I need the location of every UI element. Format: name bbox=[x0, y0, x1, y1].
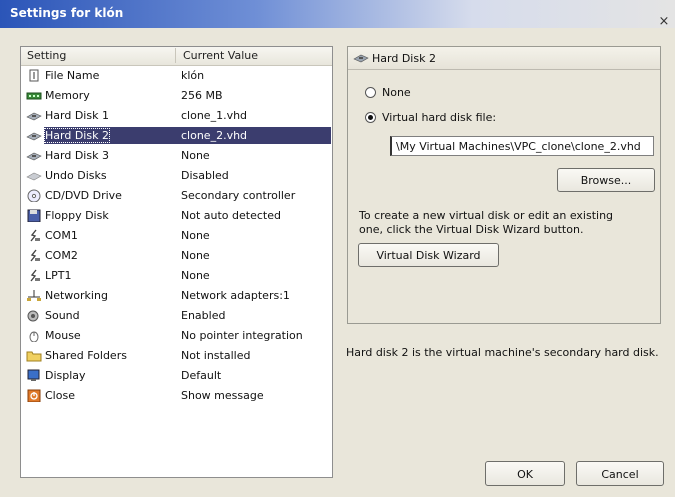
setting-row-networking[interactable]: Networking Network adapters:1 bbox=[21, 286, 332, 306]
help-text-line-2: one, click the Virtual Disk Wizard butto… bbox=[359, 223, 584, 236]
setting-row-shared-folders[interactable]: Shared Folders Not installed bbox=[21, 346, 332, 366]
setting-row-hard-disk-2[interactable]: Hard Disk 2 clone_2.vhd bbox=[21, 126, 332, 146]
setting-row-lpt1[interactable]: LPT1 None bbox=[21, 266, 332, 286]
setting-name: Sound bbox=[45, 309, 80, 322]
setting-row-memory[interactable]: Memory 256 MB bbox=[21, 86, 332, 106]
setting-row-display[interactable]: Display Default bbox=[21, 366, 332, 386]
setting-name: COM1 bbox=[45, 229, 78, 242]
setting-row-close[interactable]: Close Show message bbox=[21, 386, 332, 406]
setting-row-undo-disks[interactable]: Undo Disks Disabled bbox=[21, 166, 332, 186]
settings-rows: File Name klón Memory 256 MB Hard Disk 1 clon… bbox=[21, 66, 332, 406]
setting-value: clone_1.vhd bbox=[181, 109, 248, 122]
setting-name: Memory bbox=[45, 89, 90, 102]
status-description: Hard disk 2 is the virtual machine's sec… bbox=[346, 346, 659, 359]
com-port-icon bbox=[30, 229, 40, 242]
setting-value: None bbox=[181, 269, 210, 282]
setting-value: Not installed bbox=[181, 349, 251, 362]
column-header-setting[interactable]: Setting bbox=[27, 49, 66, 62]
hard-disk-icon bbox=[26, 112, 42, 121]
setting-value: clone_2.vhd bbox=[181, 129, 248, 142]
setting-name: Mouse bbox=[45, 329, 81, 342]
radio-none-label[interactable]: None bbox=[382, 86, 411, 99]
cancel-button[interactable]: Cancel bbox=[576, 461, 664, 486]
shared-folders-icon bbox=[26, 351, 42, 362]
file-name-icon bbox=[29, 69, 39, 82]
setting-value: 256 MB bbox=[181, 89, 223, 102]
setting-name: Hard Disk 2 bbox=[44, 128, 110, 143]
com-port-icon bbox=[30, 249, 40, 262]
setting-name: File Name bbox=[45, 69, 100, 82]
browse-button[interactable]: Browse... bbox=[557, 168, 655, 192]
settings-list[interactable]: Setting Current Value File Name klón Memor… bbox=[20, 46, 333, 478]
setting-value: klón bbox=[181, 69, 205, 82]
column-divider[interactable] bbox=[175, 48, 176, 63]
setting-row-hard-disk-1[interactable]: Hard Disk 1 clone_1.vhd bbox=[21, 106, 332, 126]
virtual-disk-wizard-button[interactable]: Virtual Disk Wizard bbox=[358, 243, 499, 267]
hard-disk-icon bbox=[26, 132, 42, 141]
setting-row-hard-disk-3[interactable]: Hard Disk 3 None bbox=[21, 146, 332, 166]
close-icon[interactable]: × bbox=[657, 15, 671, 29]
radio-virtual-hard-disk-file-label[interactable]: Virtual hard disk file: bbox=[382, 111, 496, 124]
setting-name: Display bbox=[45, 369, 86, 382]
setting-row-mouse[interactable]: Mouse No pointer integration bbox=[21, 326, 332, 346]
setting-name: LPT1 bbox=[45, 269, 72, 282]
group-title: Hard Disk 2 bbox=[372, 52, 436, 65]
hard-disk-icon bbox=[26, 152, 42, 161]
cd-dvd-icon bbox=[27, 189, 41, 202]
setting-value: None bbox=[181, 229, 210, 242]
setting-row-file-name[interactable]: File Name klón bbox=[21, 66, 332, 86]
display-icon bbox=[27, 369, 40, 381]
setting-name: COM2 bbox=[45, 249, 78, 262]
setting-value: None bbox=[181, 149, 210, 162]
window-title: Settings for klón bbox=[10, 6, 124, 20]
mouse-icon bbox=[29, 331, 39, 342]
sound-icon bbox=[27, 310, 39, 322]
floppy-icon bbox=[27, 209, 41, 222]
setting-value: Default bbox=[181, 369, 222, 382]
setting-name: Hard Disk 3 bbox=[45, 149, 109, 162]
ok-button[interactable]: OK bbox=[485, 461, 565, 486]
setting-row-floppy-disk[interactable]: Floppy Disk Not auto detected bbox=[21, 206, 332, 226]
setting-name: CD/DVD Drive bbox=[45, 189, 122, 202]
group-header: Hard Disk 2 bbox=[348, 47, 660, 70]
setting-value: Disabled bbox=[181, 169, 229, 182]
setting-value: Show message bbox=[181, 389, 264, 402]
setting-name: Hard Disk 1 bbox=[45, 109, 109, 122]
undo-disks-icon bbox=[26, 172, 42, 181]
setting-name: Floppy Disk bbox=[45, 209, 109, 222]
setting-row-com1[interactable]: COM1 None bbox=[21, 226, 332, 246]
vhd-path-input[interactable]: \My Virtual Machines\VPC_clone\clone_2.v… bbox=[390, 136, 654, 156]
close-setting-icon bbox=[27, 389, 41, 402]
setting-value: Network adapters:1 bbox=[181, 289, 290, 302]
memory-icon bbox=[26, 92, 42, 100]
setting-name: Close bbox=[45, 389, 75, 402]
setting-row-cd-dvd-drive[interactable]: CD/DVD Drive Secondary controller bbox=[21, 186, 332, 206]
help-text-line-1: To create a new virtual disk or edit an … bbox=[359, 209, 614, 222]
setting-row-com2[interactable]: COM2 None bbox=[21, 246, 332, 266]
list-header: Setting Current Value bbox=[21, 47, 332, 66]
title-bar: Settings for klón × bbox=[0, 0, 675, 28]
lpt-port-icon bbox=[30, 269, 40, 282]
setting-value: Not auto detected bbox=[181, 209, 281, 222]
setting-value: No pointer integration bbox=[181, 329, 303, 342]
setting-value: Enabled bbox=[181, 309, 226, 322]
setting-value: Secondary controller bbox=[181, 189, 296, 202]
column-header-current-value[interactable]: Current Value bbox=[183, 49, 258, 62]
setting-name: Undo Disks bbox=[45, 169, 107, 182]
network-icon bbox=[27, 290, 41, 301]
radio-virtual-hard-disk-file[interactable] bbox=[365, 112, 376, 123]
setting-value: None bbox=[181, 249, 210, 262]
setting-row-sound[interactable]: Sound Enabled bbox=[21, 306, 332, 326]
setting-name: Networking bbox=[45, 289, 108, 302]
radio-none[interactable] bbox=[365, 87, 376, 98]
setting-name: Shared Folders bbox=[45, 349, 127, 362]
hard-disk-icon bbox=[353, 54, 369, 63]
